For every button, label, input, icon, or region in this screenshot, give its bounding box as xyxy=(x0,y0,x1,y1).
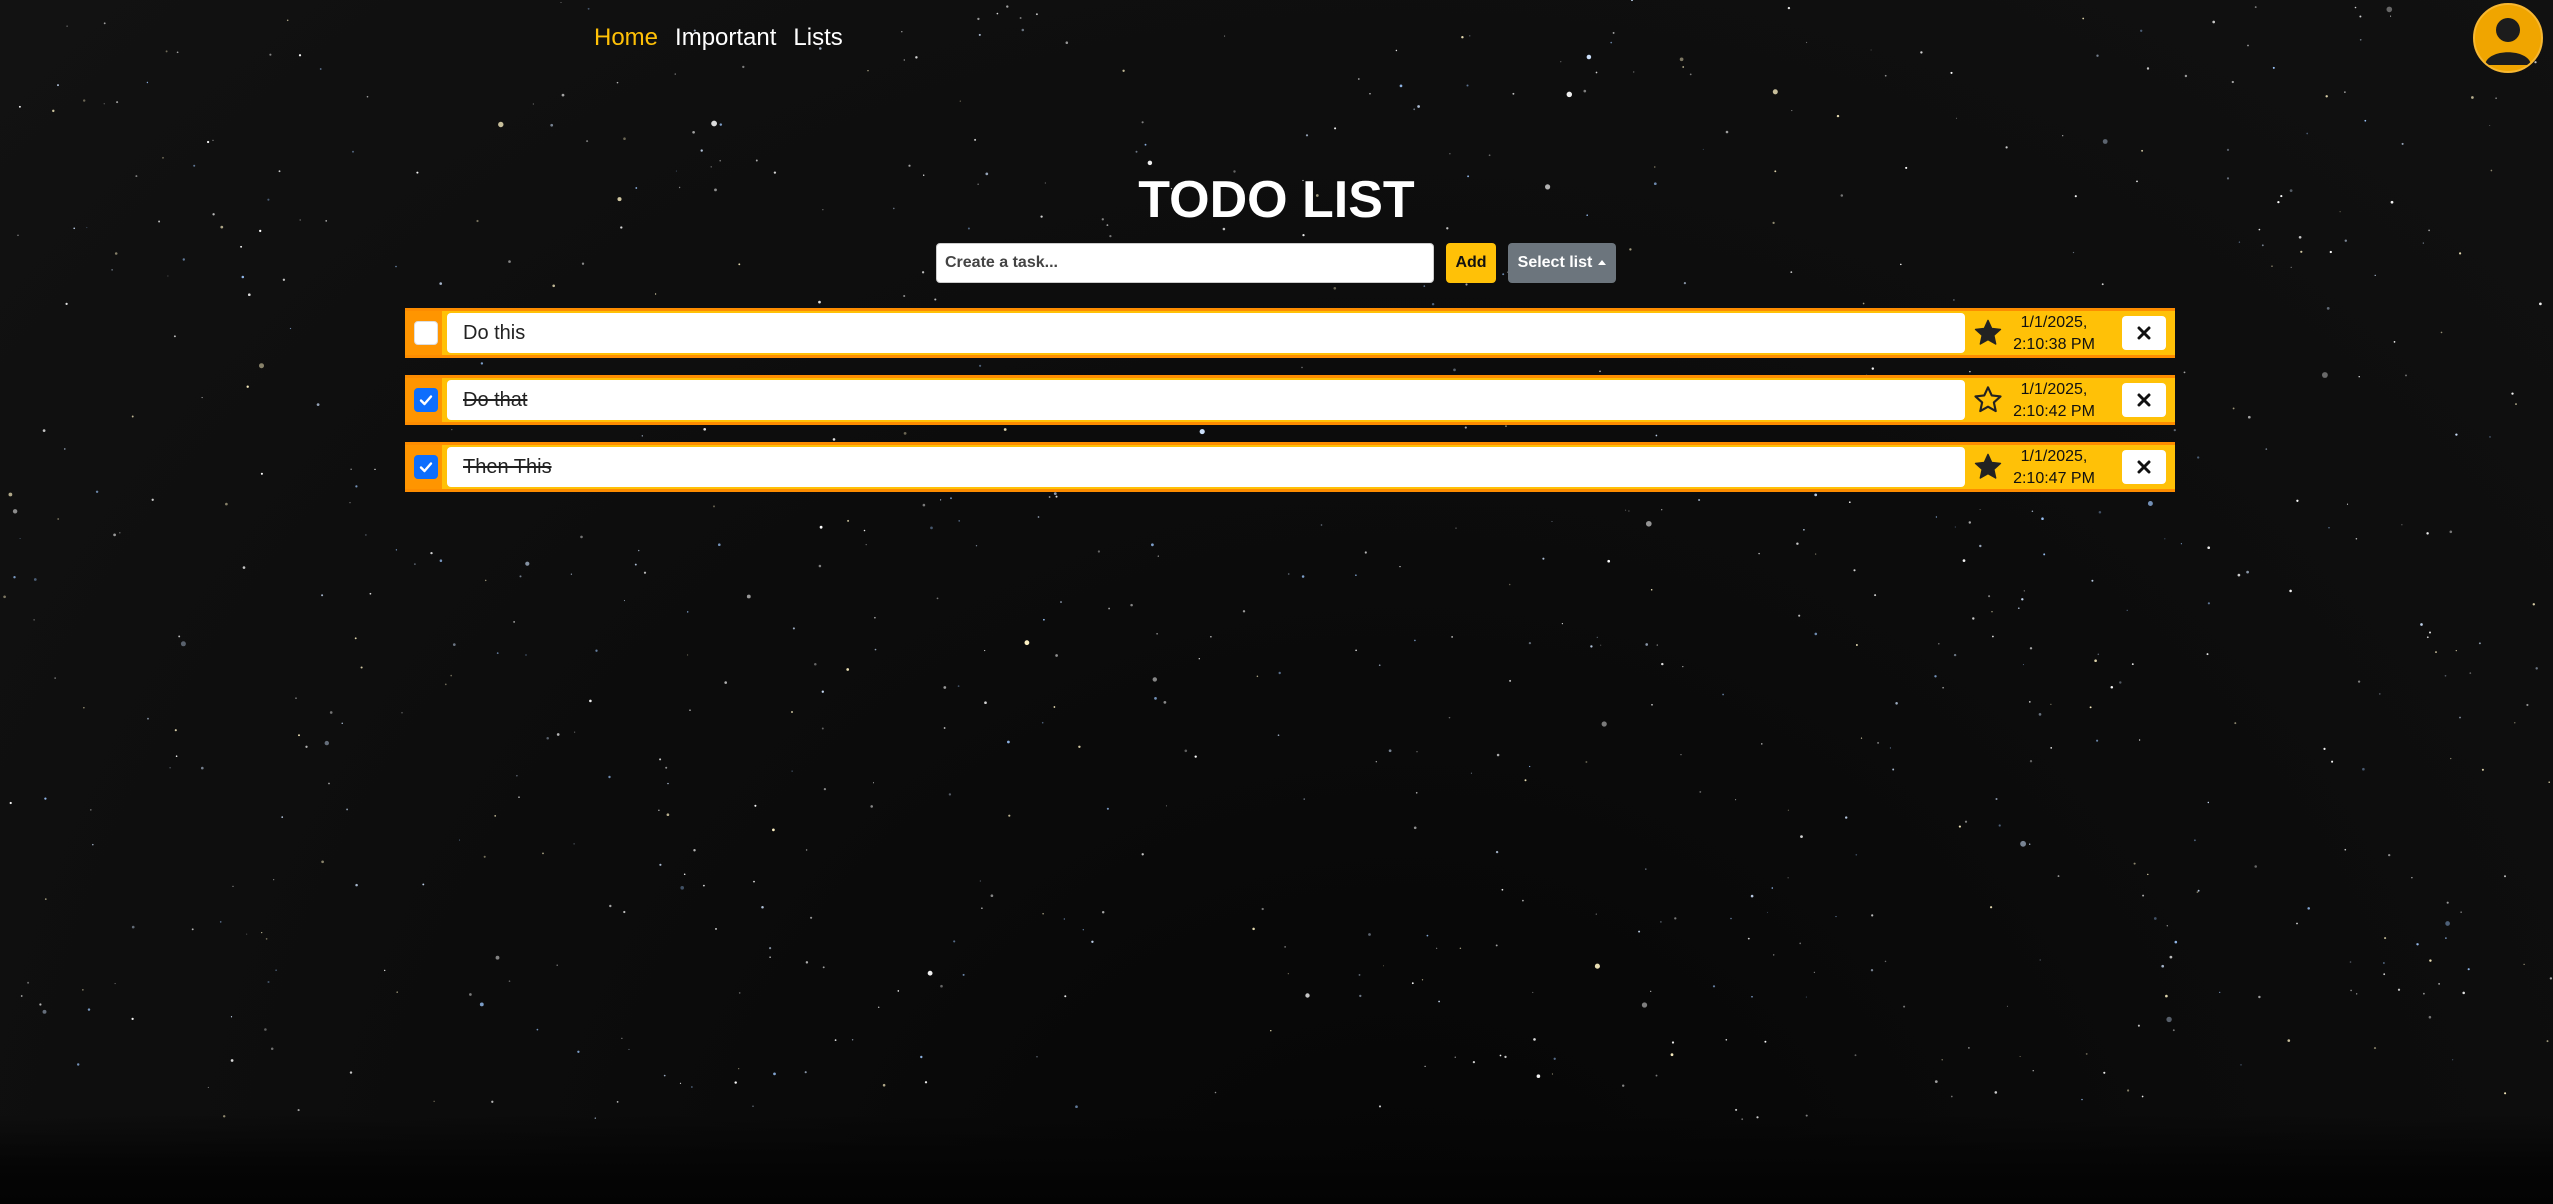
add-button[interactable]: Add xyxy=(1446,243,1496,283)
task-date: 1/1/2025, xyxy=(2020,448,2088,465)
task-item: Then This 1/1/2025, 2:10:47 PM xyxy=(405,442,2175,492)
task-item: Do that 1/1/2025, 2:10:42 PM xyxy=(405,375,2175,425)
task-time: 2:10:42 PM xyxy=(2013,403,2095,420)
checkmark-icon xyxy=(419,395,433,406)
task-list: Do this 1/1/2025, 2:10:38 PM Do that 1/1… xyxy=(405,308,2175,509)
task-item: Do this 1/1/2025, 2:10:38 PM xyxy=(405,308,2175,358)
select-list-dropdown[interactable]: Select list xyxy=(1508,243,1616,283)
horizon-shadow xyxy=(0,1114,2553,1204)
nav-important-link[interactable]: Important xyxy=(675,22,776,54)
add-task-form: Add Select list xyxy=(936,243,1616,283)
delete-button[interactable] xyxy=(2122,383,2166,417)
nav-lists-link[interactable]: Lists xyxy=(793,22,842,54)
star-filled-icon[interactable] xyxy=(1968,316,2008,350)
task-checkbox[interactable] xyxy=(414,455,438,479)
task-date: 1/1/2025, xyxy=(2020,381,2088,398)
page-title: TODO LIST xyxy=(1138,171,1415,229)
close-icon xyxy=(2137,326,2151,340)
task-timestamp: 1/1/2025, 2:10:42 PM xyxy=(2007,379,2101,423)
top-nav: Home Important Lists xyxy=(594,22,843,54)
task-date: 1/1/2025, xyxy=(2020,314,2088,331)
task-text[interactable]: Do this xyxy=(447,313,1965,353)
task-text[interactable]: Then This xyxy=(447,447,1965,487)
task-time: 2:10:47 PM xyxy=(2013,470,2095,487)
task-text[interactable]: Do that xyxy=(447,380,1965,420)
caret-up-icon xyxy=(1598,259,1607,265)
select-list-label: Select list xyxy=(1517,254,1593,271)
task-timestamp: 1/1/2025, 2:10:47 PM xyxy=(2007,446,2101,490)
task-checkbox[interactable] xyxy=(414,388,438,412)
task-timestamp: 1/1/2025, 2:10:38 PM xyxy=(2007,312,2101,356)
user-avatar-icon[interactable] xyxy=(2473,3,2543,73)
checkmark-icon xyxy=(419,462,433,473)
close-icon xyxy=(2137,393,2151,407)
close-icon xyxy=(2137,460,2151,474)
task-time: 2:10:38 PM xyxy=(2013,336,2095,353)
task-input[interactable] xyxy=(936,243,1434,283)
star-filled-icon[interactable] xyxy=(1968,450,2008,484)
star-outline-icon[interactable] xyxy=(1968,383,2008,417)
task-checkbox[interactable] xyxy=(414,321,438,345)
delete-button[interactable] xyxy=(2122,316,2166,350)
delete-button[interactable] xyxy=(2122,450,2166,484)
nav-home-link[interactable]: Home xyxy=(594,22,658,54)
